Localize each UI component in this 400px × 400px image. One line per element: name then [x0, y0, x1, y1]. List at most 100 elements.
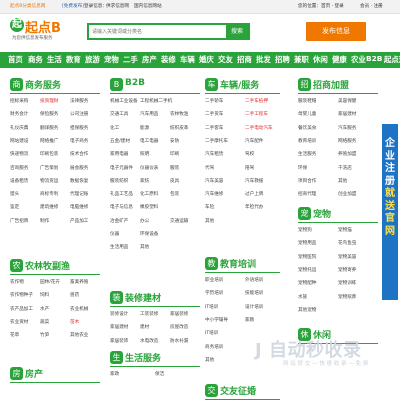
category-link[interactable]: 包装	[170, 191, 179, 197]
category-link[interactable]: 环保设备	[140, 231, 158, 237]
category-link[interactable]: 技能培训	[245, 290, 263, 296]
section-title[interactable]: 生活服务	[125, 351, 161, 364]
category-link[interactable]: 网络推广	[40, 138, 58, 144]
category-link[interactable]: 其他宠物	[298, 307, 316, 313]
category-link[interactable]: 家用电器	[110, 151, 128, 157]
category-link[interactable]: 工程机械二手机	[140, 98, 172, 104]
nav-item[interactable]: 旅游	[85, 54, 100, 65]
nav-item[interactable]: 农业	[351, 54, 366, 65]
category-link[interactable]: 保险服务	[40, 111, 58, 117]
category-link[interactable]: 交通运输	[170, 218, 188, 224]
category-link[interactable]: 生活用品	[110, 244, 128, 250]
category-link[interactable]: 电工电器	[140, 138, 158, 144]
category-link[interactable]: 饲料	[40, 292, 49, 298]
category-link[interactable]: 广告策划	[40, 165, 58, 171]
category-link[interactable]: 皮具	[170, 178, 179, 184]
category-link[interactable]: 园林/花卉	[40, 279, 60, 285]
category-link[interactable]: 环保	[298, 165, 307, 171]
nav-item[interactable]: 婚庆	[199, 54, 214, 65]
nav-item[interactable]: 宠物	[104, 54, 119, 65]
category-link[interactable]: 网络服务	[338, 138, 356, 144]
section-header-farm[interactable]: 农农林牧副渔	[10, 257, 100, 275]
category-link[interactable]: 冶金矿产	[110, 218, 128, 224]
category-link[interactable]: 安防	[170, 138, 179, 144]
section-title[interactable]: 房产	[25, 367, 43, 380]
category-link[interactable]: 投资理财	[40, 98, 58, 104]
register-links[interactable]: 会员 · 注册	[360, 3, 383, 9]
category-link[interactable]: 纺织皮革	[170, 125, 188, 131]
section-header-house[interactable]: 房房产	[10, 365, 100, 383]
category-link[interactable]: 生活服务	[298, 151, 316, 157]
category-link[interactable]: 餐饮美食	[298, 125, 316, 131]
nav-item[interactable]: 起点通	[384, 54, 400, 65]
category-link[interactable]: 水电改造	[140, 338, 158, 344]
section-header-decor[interactable]: 装装修建材	[110, 289, 200, 307]
category-link[interactable]: 仪器仪表	[140, 165, 158, 171]
category-link[interactable]: 服装	[170, 165, 179, 171]
category-link[interactable]: 外语培训	[245, 277, 263, 283]
category-link[interactable]: 设计培训	[245, 304, 263, 310]
category-link[interactable]: 水产	[40, 306, 49, 312]
category-link[interactable]: 汽车配件	[245, 138, 263, 144]
section-title[interactable]: 农林牧副渔	[25, 259, 70, 272]
category-link[interactable]: 年检代办	[245, 204, 263, 210]
category-link[interactable]: 公司注册	[70, 111, 88, 117]
category-link[interactable]: 宠物配种	[298, 280, 316, 286]
category-link[interactable]: 制作	[40, 218, 49, 224]
section-title[interactable]: B2B	[125, 78, 145, 88]
category-link[interactable]: 宠物狗	[298, 227, 312, 233]
category-link[interactable]: 礼品工艺品	[110, 191, 133, 197]
category-link[interactable]: 家居建材	[110, 324, 128, 330]
category-link[interactable]: 二手车抵押	[245, 98, 268, 104]
category-link[interactable]: 项目合作	[298, 178, 316, 184]
category-link[interactable]: 宠物医院	[298, 254, 316, 260]
category-link[interactable]: 印刷包装	[40, 151, 58, 157]
category-link[interactable]: 教育培训	[298, 138, 316, 144]
category-link[interactable]: 车险	[205, 204, 214, 210]
nav-item[interactable]: 车辆	[180, 54, 195, 65]
section-title[interactable]: 交友征婚	[220, 384, 256, 397]
category-link[interactable]: 二手轿车	[205, 98, 223, 104]
nav-item[interactable]: 房产	[142, 54, 157, 65]
category-link[interactable]: 汽车维修	[205, 191, 223, 197]
category-link[interactable]: 商务培训	[205, 344, 223, 350]
category-link[interactable]: 农作物	[10, 279, 24, 285]
category-link[interactable]: 畜禽养殖	[70, 279, 88, 285]
section-title[interactable]: 招商加盟	[313, 78, 349, 91]
category-link[interactable]: 农业资材	[10, 319, 28, 325]
site-logo[interactable]: 起 起点B 为您供信息发布服务	[10, 17, 75, 43]
category-link[interactable]: 宠物训练	[338, 280, 356, 286]
category-link[interactable]: 职业培训	[205, 277, 223, 283]
category-link[interactable]: 招商代理	[298, 191, 316, 197]
category-link[interactable]: 担保服务	[70, 125, 88, 131]
nav-item[interactable]: 首页	[8, 54, 23, 65]
category-link[interactable]: 二手货车	[205, 111, 223, 117]
category-link[interactable]: 保洁	[155, 371, 164, 377]
help-link-2[interactable]: 国内信息网站	[134, 3, 162, 9]
category-link[interactable]: 二手电动汽车	[245, 125, 273, 131]
search-button[interactable]: 搜索	[226, 25, 248, 38]
category-link[interactable]: 家纺	[140, 178, 149, 184]
category-link[interactable]: 其他	[338, 178, 347, 184]
category-link[interactable]: 翻译服务	[40, 125, 58, 131]
nav-item[interactable]: 教育	[66, 54, 81, 65]
nav-item[interactable]: 商务	[28, 54, 43, 65]
section-header-edu[interactable]: 教教育培训	[205, 255, 280, 273]
nav-item[interactable]: 生活	[47, 54, 62, 65]
category-link[interactable]: 仪器	[110, 231, 119, 237]
section-header-b2b[interactable]: B B2B	[110, 76, 200, 94]
category-link[interactable]: 招标采购	[10, 98, 28, 104]
category-link[interactable]: 兽药	[70, 292, 79, 298]
category-link[interactable]: 技术合作	[70, 151, 88, 157]
search-input[interactable]	[89, 25, 226, 38]
category-link[interactable]: 猎头	[10, 191, 19, 197]
category-link[interactable]: 其他	[140, 244, 149, 250]
category-link[interactable]: 电子元器件	[110, 165, 133, 171]
category-link[interactable]: 宠物寄养	[338, 267, 356, 273]
category-link[interactable]: 其他	[205, 357, 214, 363]
section-header-business[interactable]: 商商务服务	[10, 76, 100, 94]
ad-banner[interactable]: 企 业 注 册 就 送 官 网	[382, 124, 398, 300]
user-links[interactable]: 您的位置：首页 · 登录	[298, 3, 344, 9]
category-link[interactable]: 防水补漏	[170, 338, 188, 344]
category-link[interactable]: 建筑维修	[40, 204, 58, 210]
